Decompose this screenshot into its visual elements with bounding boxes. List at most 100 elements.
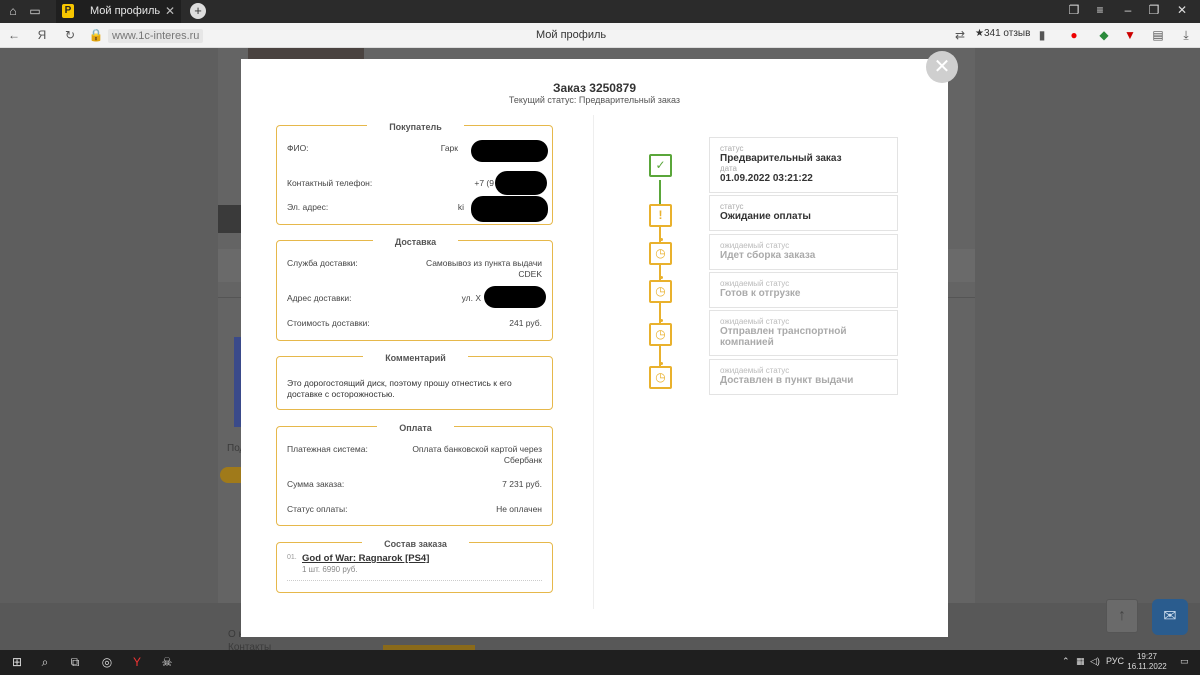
timeline-card-label: статус: [720, 202, 744, 211]
dislike-icon[interactable]: ▼: [1122, 27, 1138, 43]
tab-my-profile[interactable]: P Мой профиль ✕: [56, 0, 181, 23]
maximize-icon[interactable]: ❐: [1144, 3, 1164, 17]
redacted-block: [471, 196, 548, 222]
item-number: 01.: [287, 554, 297, 561]
bookmark-icon[interactable]: ▮: [1034, 27, 1050, 43]
row-value: ул. Х: [461, 293, 481, 303]
back-icon[interactable]: ←: [6, 27, 22, 43]
timeline-card-status: Идет сборка заказа: [720, 250, 816, 261]
row-value: ki: [457, 202, 464, 212]
browser-tab-bar: ⌂ ▭ P Мой профиль ✕ + ❐ ≡ – ❐ ✕: [0, 0, 1200, 23]
yandex-icon[interactable]: Я: [34, 27, 50, 43]
comment-card: Комментарий Это дорогостоящий диск, поэт…: [276, 353, 553, 410]
opera-icon[interactable]: ●: [1066, 27, 1082, 43]
clock[interactable]: 19:27 16.11.2022: [1122, 652, 1172, 672]
clock-icon: ◷: [649, 362, 672, 389]
translate-icon[interactable]: ⇄: [952, 27, 968, 43]
yandex-browser-icon[interactable]: Y: [128, 654, 146, 671]
minimize-icon[interactable]: –: [1118, 3, 1138, 17]
items-card-title: Состав заказа: [362, 539, 469, 549]
row-label: Контактный телефон:: [287, 178, 373, 188]
timeline-card-status: Ожидание оплаты: [720, 211, 811, 222]
row-value: Оплата банковской картой через Сбербанк: [412, 444, 542, 465]
address-bar: ← Я ↻ 🔒 www.1c-interes.ru Мой профиль ⇄ …: [0, 23, 1200, 48]
buyer-card-title: Покупатель: [367, 122, 464, 132]
row-label: Статус оплаты:: [287, 504, 348, 514]
notifications-icon[interactable]: ▭: [1180, 656, 1189, 667]
bookmarks-icon[interactable]: ❐: [1064, 3, 1084, 17]
timeline-card-status: Доставлен в пункт выдачи: [720, 375, 854, 386]
timeline-card-ready: ожидаемый статус Готов к отгрузке: [709, 272, 898, 308]
row-label: Стоимость доставки:: [287, 318, 370, 328]
timeline-card-label: ожидаемый статус: [720, 366, 790, 375]
tab-close-icon[interactable]: ✕: [165, 4, 175, 18]
clock-date: 16.11.2022: [1127, 662, 1167, 671]
tab-title: Мой профиль: [90, 5, 161, 17]
row-value: 241 руб.: [509, 318, 542, 328]
row-label: Служба доставки:: [287, 258, 358, 268]
timeline-card-status: Готов к отгрузке: [720, 288, 801, 299]
exclamation-icon: !: [649, 204, 672, 227]
row-label: Эл. адрес:: [287, 202, 329, 212]
timeline-card-shipped: ожидаемый статус Отправлен транспортной …: [709, 310, 898, 356]
folder-icon[interactable]: ▭: [26, 3, 44, 19]
timeline-card-awaiting-payment: статус Ожидание оплаты: [709, 195, 898, 231]
modal-divider: [593, 115, 594, 609]
extensions-icon[interactable]: ▤: [1150, 27, 1166, 43]
search-icon[interactable]: ⌕: [36, 654, 54, 671]
app-icon[interactable]: ☠: [158, 654, 176, 671]
window-close-icon[interactable]: ✕: [1172, 3, 1192, 17]
row-value: +7 (9: [474, 178, 494, 188]
chat-icon[interactable]: ✉: [1152, 599, 1188, 635]
payment-card: Оплата Платежная система: Оплата банковс…: [276, 423, 553, 526]
clock-time: 19:27: [1136, 652, 1158, 661]
network-icon[interactable]: ▦: [1076, 656, 1085, 667]
item-meta: 1 шт. 6990 руб.: [302, 565, 358, 574]
clock-icon: ◷: [649, 319, 672, 346]
timeline-card-delivered: ожидаемый статус Доставлен в пункт выдач…: [709, 359, 898, 395]
download-icon[interactable]: ⤓: [1178, 27, 1194, 43]
redacted-block: [471, 140, 548, 162]
timeline-card-date: 01.09.2022 03:21:22: [720, 173, 813, 184]
timeline-card-assembly: ожидаемый статус Идет сборка заказа: [709, 234, 898, 270]
timeline-card-label: дата: [720, 164, 737, 173]
lock-icon[interactable]: 🔒: [88, 27, 104, 43]
volume-icon[interactable]: ◁): [1090, 656, 1100, 667]
app-icon[interactable]: ◎: [98, 654, 116, 671]
windows-start-icon[interactable]: ⊞: [8, 654, 26, 671]
url-field[interactable]: www.1c-interes.ru: [108, 29, 204, 43]
comment-card-title: Комментарий: [363, 353, 468, 363]
people-icon[interactable]: ⌃: [1062, 656, 1070, 667]
task-view-icon[interactable]: ⧉: [66, 654, 84, 671]
timeline-card-label: статус: [720, 144, 744, 153]
new-tab-button[interactable]: +: [190, 3, 206, 19]
buyer-card: Покупатель ФИО: Гарк Контактный телефон:…: [276, 122, 553, 225]
redacted-block: [495, 171, 547, 195]
scroll-up-button[interactable]: ↑: [1106, 599, 1138, 633]
timeline-card-label: ожидаемый статус: [720, 279, 790, 288]
site-favicon: P: [62, 4, 74, 18]
order-title: Заказ 3250879: [552, 81, 637, 95]
delivery-card-title: Доставка: [372, 237, 459, 247]
reload-icon[interactable]: ↻: [62, 27, 78, 43]
modal-close-button[interactable]: ✕: [926, 51, 958, 83]
check-icon: ✓: [649, 154, 672, 177]
payment-card-title: Оплата: [377, 423, 454, 433]
timeline-card-label: ожидаемый статус: [720, 317, 790, 326]
home-icon[interactable]: ⌂: [4, 3, 22, 19]
item-name-link[interactable]: God of War: Ragnarok [PS4]: [302, 553, 429, 564]
row-value: 7 231 руб.: [502, 479, 542, 489]
timeline-card-status: Предварительный заказ: [720, 153, 842, 164]
menu-icon[interactable]: ≡: [1090, 3, 1110, 17]
reviews-badge[interactable]: ★341 отзыв: [975, 28, 1030, 39]
page-title: Мой профиль: [536, 29, 607, 41]
row-label: ФИО:: [287, 143, 309, 153]
timeline-line-done: [659, 180, 661, 204]
item-divider: [287, 580, 542, 581]
order-status-line: Текущий статус: Предварительный заказ: [508, 95, 681, 105]
row-label: Адрес доставки:: [287, 293, 352, 303]
clock-icon: ◷: [649, 276, 672, 303]
background-product-image: [234, 337, 241, 427]
shield-icon[interactable]: ◆: [1096, 27, 1112, 43]
timeline-card-preorder: статус Предварительный заказ дата 01.09.…: [709, 137, 898, 193]
